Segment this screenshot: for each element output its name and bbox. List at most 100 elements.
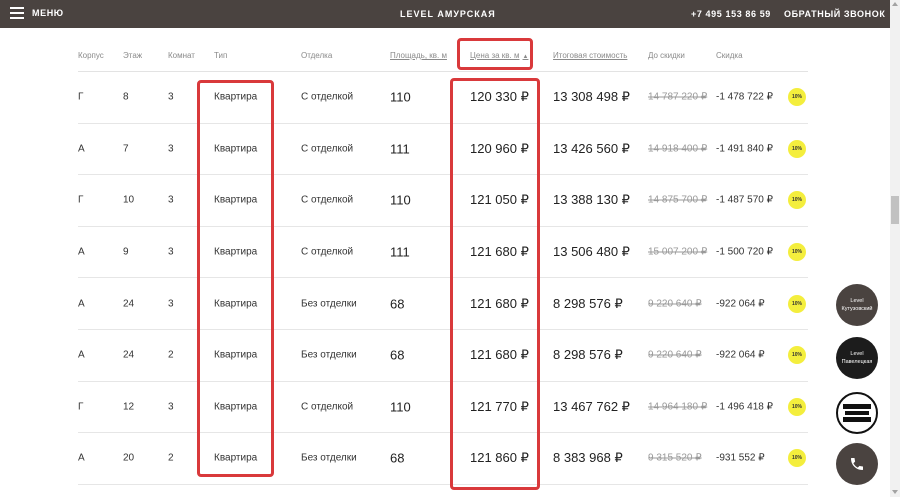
cell-area: 110 [390, 192, 411, 208]
brand-title[interactable]: LEVEL АМУРСКАЯ [400, 9, 496, 19]
cell-floor: 8 [123, 91, 129, 103]
cell-finish: С отделкой [301, 401, 354, 413]
cell-rooms: 3 [168, 143, 174, 155]
cell-total: 13 388 130 ₽ [553, 192, 630, 208]
discount-badge: 10% [788, 397, 806, 416]
paveletskaya-line2: Павелецкая [841, 359, 873, 365]
cell-building: Г [78, 91, 84, 103]
level-paveletskaya-button[interactable]: Level Павелецкая [836, 337, 878, 379]
scroll-up-arrow-icon[interactable] [892, 2, 898, 6]
cell-total: 13 467 762 ₽ [553, 398, 630, 414]
cell-total: 8 298 576 ₽ [553, 347, 623, 363]
cell-building: Г [78, 194, 84, 206]
cell-price-sqm: 120 960 ₽ [470, 140, 529, 156]
cell-discount: -1 487 570 ₽ [716, 194, 773, 206]
table-row[interactable]: А 9 3 Квартира С отделкой 111 121 680 ₽ 13 506 … [78, 227, 808, 279]
cell-total: 13 308 498 ₽ [553, 89, 630, 105]
col-discount[interactable]: Скидка [716, 51, 743, 60]
scroll-down-arrow-icon[interactable] [892, 490, 898, 494]
col-area[interactable]: Площадь, кв. м [390, 51, 447, 60]
cell-discount: -1 496 418 ₽ [716, 401, 773, 413]
level-kutuzovsky-button[interactable]: Level Кутузовский [836, 284, 878, 326]
cell-finish: Без отделки [301, 452, 357, 464]
scroll-thumb[interactable] [891, 196, 899, 224]
cell-finish: С отделкой [301, 246, 354, 258]
phone-link[interactable]: +7 495 153 86 59 [691, 9, 771, 19]
cell-rooms: 3 [168, 194, 174, 206]
cell-type: Квартира [214, 194, 258, 206]
cell-floor: 9 [123, 246, 129, 258]
cell-building: Г [78, 401, 84, 413]
col-finish[interactable]: Отделка [301, 51, 332, 60]
col-price-sqm[interactable]: Цена за кв. м ▲ [470, 51, 528, 60]
cell-total: 13 506 480 ₽ [553, 244, 630, 260]
kutuzovsky-line1: Level [850, 297, 864, 304]
cell-type: Квартира [214, 91, 258, 103]
menu-button[interactable]: МЕНЮ [10, 7, 64, 19]
discount-badge: 10% [788, 346, 806, 365]
cell-rooms: 3 [168, 246, 174, 258]
col-rooms[interactable]: Комнат [168, 51, 195, 60]
callback-button[interactable]: ОБРАТНЫЙ ЗВОНОК [784, 9, 885, 19]
col-before-discount[interactable]: До скидки [648, 51, 685, 60]
discount-badge: 10% [788, 191, 806, 210]
cell-building: А [78, 298, 85, 310]
cell-area: 110 [390, 89, 411, 105]
paveletskaya-line1: Level [850, 350, 864, 357]
cell-area: 111 [390, 244, 410, 260]
cell-discount: -922 064 ₽ [716, 298, 765, 310]
cell-discount: -1 491 840 ₽ [716, 143, 773, 155]
table-row[interactable]: А 24 3 Квартира Без отделки 68 121 680 ₽ 8 298 … [78, 278, 808, 330]
table-row[interactable]: А 20 2 Квартира Без отделки 68 121 860 ₽ 8 383 … [78, 433, 808, 485]
cell-type: Квартира [214, 143, 258, 155]
cell-discount: -931 552 ₽ [716, 452, 765, 464]
partner-logo-button[interactable] [836, 392, 878, 434]
cell-floor: 24 [123, 349, 135, 361]
page-scrollbar[interactable] [890, 0, 900, 497]
cell-total: 8 298 576 ₽ [553, 295, 623, 311]
cell-finish: С отделкой [301, 143, 354, 155]
cell-area: 110 [390, 399, 411, 415]
cell-floor: 24 [123, 298, 135, 310]
cell-floor: 12 [123, 401, 135, 413]
cell-finish: С отделкой [301, 91, 354, 103]
call-button[interactable] [836, 443, 878, 485]
cell-finish: Без отделки [301, 298, 357, 310]
cell-total: 8 383 968 ₽ [553, 450, 623, 466]
cell-discount: -1 500 720 ₽ [716, 246, 773, 258]
cell-rooms: 3 [168, 91, 174, 103]
cell-before-discount: 9 220 640 ₽ [648, 349, 702, 361]
discount-badge: 10% [788, 294, 806, 313]
col-total[interactable]: Итоговая стоимость [553, 51, 627, 60]
kutuzovsky-line2: Кутузовский [841, 306, 873, 312]
partner-logo-icon [843, 404, 871, 422]
cell-area: 68 [390, 296, 405, 312]
cell-area: 68 [390, 347, 405, 363]
cell-type: Квартира [214, 401, 258, 413]
cell-before-discount: 14 875 700 ₽ [648, 194, 708, 206]
cell-floor: 20 [123, 452, 135, 464]
cell-before-discount: 14 964 180 ₽ [648, 401, 708, 413]
table-row[interactable]: Г 10 3 Квартира С отделкой 110 121 050 ₽ 13 388… [78, 175, 808, 227]
table-row[interactable]: Г 12 3 Квартира С отделкой 110 121 770 ₽ 13 467… [78, 382, 808, 434]
col-type[interactable]: Тип [214, 51, 227, 60]
table-row[interactable]: Г 8 3 Квартира С отделкой 110 120 330 ₽ 13 308 … [78, 72, 808, 124]
cell-price-sqm: 121 770 ₽ [470, 398, 529, 414]
cell-price-sqm: 121 860 ₽ [470, 450, 529, 466]
cell-before-discount: 14 787 220 ₽ [648, 91, 708, 103]
col-building[interactable]: Корпус [78, 51, 104, 60]
cell-rooms: 3 [168, 401, 174, 413]
discount-badge: 10% [788, 88, 806, 107]
cell-price-sqm: 121 680 ₽ [470, 244, 529, 260]
cell-building: А [78, 143, 85, 155]
table-row[interactable]: А 7 3 Квартира С отделкой 111 120 960 ₽ 13 426 … [78, 124, 808, 176]
hamburger-icon [10, 7, 24, 19]
col-floor[interactable]: Этаж [123, 51, 142, 60]
cell-finish: Без отделки [301, 349, 357, 361]
col-price-sqm-label: Цена за кв. м [470, 51, 520, 60]
cell-building: А [78, 349, 85, 361]
sort-arrow-icon: ▲ [522, 54, 529, 60]
discount-badge: 10% [788, 139, 806, 158]
table-row[interactable]: А 24 2 Квартира Без отделки 68 121 680 ₽ 8 298 … [78, 330, 808, 382]
cell-discount: -1 478 722 ₽ [716, 91, 773, 103]
